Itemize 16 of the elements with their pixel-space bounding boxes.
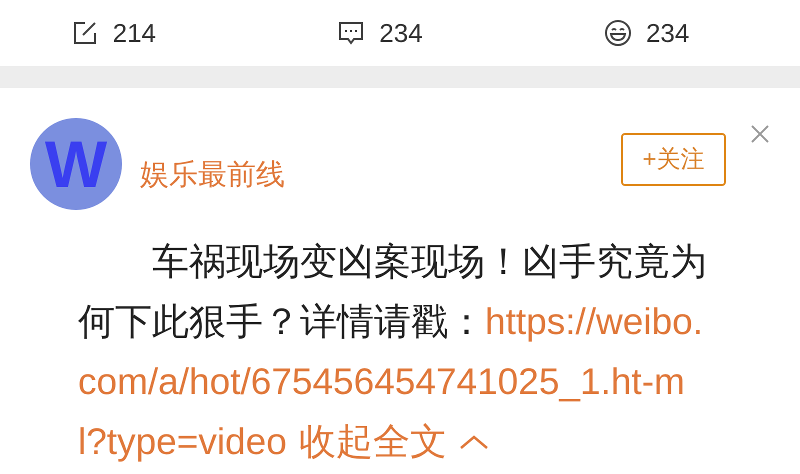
avatar[interactable]: W (30, 118, 122, 210)
comment-icon (337, 19, 366, 47)
post-text: 何下此狠手？详情请戳： (78, 301, 485, 342)
follow-button[interactable]: +关注 (621, 133, 726, 186)
post-link[interactable]: l?type=video (78, 421, 287, 462)
post-link[interactable]: https://weibo. (485, 301, 704, 342)
post-text: 车祸现场变凶案现场！凶手究竟为 (152, 241, 707, 282)
count-label: 214 (112, 16, 156, 50)
count-label: 234 (646, 16, 690, 50)
author-name[interactable]: 娱乐最前线 (140, 154, 285, 198)
count-label: 234 (379, 16, 423, 50)
post-link[interactable]: com/a/hot/675456454741025_1.ht-m (78, 361, 685, 402)
close-icon[interactable] (750, 124, 770, 144)
collapse-link[interactable]: 收起全文 (298, 412, 447, 472)
smiley-icon (604, 19, 632, 47)
chevron-up-icon (458, 434, 489, 450)
